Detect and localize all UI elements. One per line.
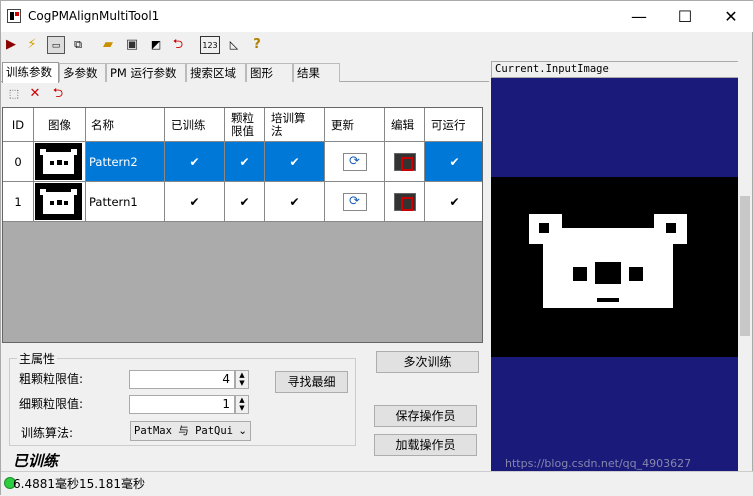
row-runnable: ✔ — [425, 182, 482, 221]
save-icon[interactable]: ▣ — [123, 36, 141, 54]
table-row[interactable]: 1 Pattern1 ✔ ✔ ✔ ⟳ ✔ — [3, 182, 482, 222]
tab-graphics[interactable]: 图形 — [246, 63, 293, 82]
tab-results[interactable]: 结果 — [293, 63, 340, 82]
algorithm-select-value: PatMax 与 PatQui — [134, 425, 234, 437]
trained-status: 已训练 — [13, 452, 59, 470]
new-pattern-icon[interactable]: ⬚ — [5, 85, 23, 103]
chevron-down-icon: ⌄ — [238, 425, 247, 437]
row-image — [34, 182, 86, 221]
header-name: 名称 — [86, 108, 165, 141]
row-update: ⟳ — [325, 182, 385, 221]
check-icon: ✔ — [239, 194, 250, 209]
multi-train-button[interactable]: 多次训练 — [376, 351, 479, 373]
image-display-panel[interactable]: Current.InputImage https://blog.csdn.net… — [491, 61, 749, 473]
header-runnable: 可运行 — [431, 117, 466, 132]
electric-icon[interactable]: ⚡ — [23, 36, 41, 54]
header-algorithm: 培训算法 — [265, 108, 325, 141]
tab-strip: 训练参数 多参数 PM 运行参数 搜索区域 图形 结果 — [1, 62, 489, 83]
pattern-toolbar: ⬚ ✕ ⮌ — [1, 85, 489, 103]
close-button[interactable]: ✕ — [708, 1, 753, 32]
window-title: CogPMAlignMultiTool1 — [28, 9, 160, 23]
pattern-thumbnail — [35, 143, 82, 180]
check-icon: ✔ — [449, 154, 460, 169]
reset-pattern-icon[interactable]: ⮌ — [49, 85, 67, 103]
header-edit: 编辑 — [385, 108, 425, 141]
maximize-button[interactable]: ☐ — [662, 1, 708, 32]
input-image-band — [491, 177, 749, 357]
row-name: Pattern2 — [86, 142, 165, 181]
edit-icon[interactable] — [393, 192, 416, 211]
image-source-icon[interactable]: ⧉ — [69, 36, 87, 54]
row-edit — [385, 182, 425, 221]
check-icon: ✔ — [189, 154, 200, 169]
edit-icon[interactable] — [393, 152, 416, 171]
header-id: ID — [3, 108, 34, 141]
main-toolbar: ▶ ⚡ ▭ ⧉ ▰ ▣ ◩ ⮌ 123 ◺ ? — [1, 34, 753, 56]
delete-icon[interactable]: ✕ — [26, 85, 44, 103]
status-times: 6.4881毫秒15.181毫秒 — [13, 477, 145, 491]
row-trained: ✔ — [165, 142, 225, 181]
image-panel-title: Current.InputImage — [491, 61, 749, 78]
ruler-icon[interactable]: ◺ — [225, 36, 243, 54]
tab-multi-params[interactable]: 多参数 — [59, 63, 106, 82]
status-bar: 6.4881毫秒15.181毫秒 — [1, 471, 753, 496]
refresh-icon[interactable]: ⟳ — [342, 152, 367, 171]
row-edit — [385, 142, 425, 181]
header-granularity: 颗粒限值 — [225, 108, 265, 141]
coarse-spinner[interactable]: ▲ ▼ — [235, 370, 249, 389]
fine-granularity-input[interactable]: 1 — [129, 395, 235, 414]
table-row[interactable]: 0 Pattern2 ✔ ✔ ✔ ⟳ ✔ — [3, 142, 482, 182]
save-operator-button[interactable]: 保存操作员 — [374, 405, 477, 427]
row-id: 0 — [3, 142, 34, 181]
reset-icon[interactable]: ⮌ — [169, 36, 187, 54]
run-icon[interactable]: ▶ — [2, 36, 20, 54]
header-trained: 已训练 — [165, 108, 225, 141]
row-name: Pattern1 — [86, 182, 165, 221]
check-icon: ✔ — [189, 194, 200, 209]
help-icon[interactable]: ? — [248, 36, 266, 54]
algorithm-label: 训练算法: — [21, 426, 74, 440]
row-runnable: ✔ — [425, 142, 482, 181]
pattern-thumbnail — [35, 183, 82, 220]
pattern-grid: ID 图像 名称 已训练 颗粒限值 培训算法 更新 编辑 可运行 0 Patte… — [2, 107, 483, 343]
refresh-icon[interactable]: ⟳ — [342, 192, 367, 211]
image-vertical-scrollbar[interactable] — [738, 61, 752, 473]
open-folder-icon[interactable]: ▰ — [99, 36, 117, 54]
header-update: 更新 — [325, 108, 385, 141]
row-id: 1 — [3, 182, 34, 221]
live-image-icon[interactable]: ▭ — [47, 36, 65, 54]
tab-pm-run-params[interactable]: PM 运行参数 — [106, 63, 186, 82]
check-icon: ✔ — [239, 154, 250, 169]
header-image: 图像 — [34, 108, 86, 141]
fine-label: 细颗粒限值: — [19, 397, 84, 411]
coarse-granularity-input[interactable]: 4 — [129, 370, 235, 389]
watermark: https://blog.csdn.net/qq_4903627 — [505, 457, 692, 470]
row-trained: ✔ — [165, 182, 225, 221]
minimize-button[interactable]: — — [616, 1, 662, 32]
fine-spinner[interactable]: ▲ ▼ — [235, 395, 249, 414]
load-operator-button[interactable]: 加载操作员 — [374, 434, 477, 456]
title-bar: CogPMAlignMultiTool1 — ☐ ✕ — [1, 1, 753, 32]
row-algorithm: ✔ — [265, 142, 325, 181]
scroll-thumb[interactable] — [740, 196, 750, 336]
check-icon: ✔ — [289, 194, 300, 209]
row-update: ⟳ — [325, 142, 385, 181]
coarse-label: 粗颗粒限值: — [19, 372, 84, 386]
row-algorithm: ✔ — [265, 182, 325, 221]
check-icon: ✔ — [449, 194, 460, 209]
row-granularity: ✔ — [225, 182, 265, 221]
app-icon — [7, 9, 21, 23]
row-granularity: ✔ — [225, 142, 265, 181]
algorithm-select[interactable]: PatMax 与 PatQui ⌄ — [130, 421, 251, 441]
numeric-icon[interactable]: 123 — [200, 36, 220, 54]
find-optimal-button[interactable]: 寻找最细 — [275, 371, 348, 393]
application-window: CogPMAlignMultiTool1 — ☐ ✕ ▶ ⚡ ▭ ⧉ ▰ ▣ ◩… — [0, 0, 753, 496]
row-image — [34, 142, 86, 181]
grid-header: ID 图像 名称 已训练 颗粒限值 培训算法 更新 编辑 可运行 — [3, 108, 482, 142]
group-title: 主属性 — [17, 350, 58, 367]
tab-train-params[interactable]: 训练参数 — [2, 62, 59, 83]
check-icon: ✔ — [289, 154, 300, 169]
tab-search-region[interactable]: 搜索区域 — [186, 63, 246, 82]
save-edit-icon[interactable]: ◩ — [147, 36, 165, 54]
